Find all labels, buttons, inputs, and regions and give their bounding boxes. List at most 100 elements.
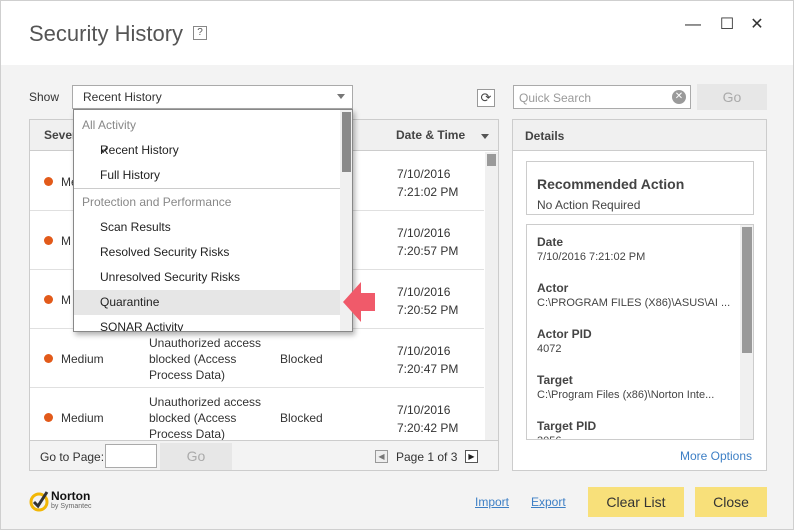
activity-line: Unauthorized access bbox=[149, 336, 262, 350]
column-header-date-time[interactable]: Date & Time bbox=[396, 128, 465, 142]
group-label: Protection and Performance bbox=[82, 195, 232, 209]
callout-arrow-icon bbox=[343, 282, 375, 322]
next-page-icon[interactable]: ▶ bbox=[465, 450, 478, 463]
severity-text: Medium bbox=[61, 411, 104, 425]
details-header: Details bbox=[513, 120, 766, 151]
norton-logo: Norton by Symantec bbox=[29, 489, 99, 515]
dropdown-item-unresolved-risks[interactable]: Unresolved Security Risks bbox=[74, 265, 340, 290]
details-title: Details bbox=[525, 129, 565, 143]
goto-page-label: Go to Page: bbox=[40, 450, 105, 464]
search-placeholder: Quick Search bbox=[519, 91, 592, 105]
field-value-date: 7/10/2016 7:21:02 PM bbox=[537, 251, 646, 263]
item-label: SONAR Activity bbox=[100, 320, 184, 332]
clear-list-button[interactable]: Clear List bbox=[588, 487, 684, 517]
activity-line: Unauthorized access bbox=[149, 395, 262, 409]
recommended-action-box: Recommended Action No Action Required bbox=[526, 161, 754, 215]
severity-medium-icon bbox=[44, 413, 53, 422]
history-filter-dropdown: All Activity ✓ Recent History Full Histo… bbox=[73, 109, 353, 332]
severity-medium-icon bbox=[44, 354, 53, 363]
norton-checkmark-icon bbox=[29, 491, 49, 512]
field-value-actor: C:\PROGRAM FILES (X86)\ASUS\AI ... bbox=[537, 297, 731, 309]
show-label: Show bbox=[29, 90, 60, 104]
field-key-date: Date bbox=[537, 235, 564, 249]
dropdown-item-recent-history[interactable]: ✓ Recent History bbox=[74, 138, 340, 163]
import-link[interactable]: Import bbox=[475, 495, 509, 509]
severity-medium-icon bbox=[44, 236, 53, 245]
maximize-button[interactable]: ☐ bbox=[717, 15, 737, 35]
dropdown-item-full-history[interactable]: Full History bbox=[74, 163, 340, 188]
details-panel: Details Recommended Action No Action Req… bbox=[512, 119, 767, 471]
dropdown-scrollbar-thumb[interactable] bbox=[342, 112, 351, 172]
window-title: Security History bbox=[29, 21, 184, 46]
sort-down-icon[interactable] bbox=[481, 134, 489, 139]
row-status: Blocked bbox=[280, 352, 323, 366]
title-bar: Security History ? — ☐ ✕ bbox=[1, 1, 793, 65]
dropdown-group-protection: Protection and Performance bbox=[74, 190, 340, 215]
recommended-action-title: Recommended Action bbox=[537, 176, 685, 192]
row-time: 7:21:02 PM bbox=[397, 185, 459, 199]
dropdown-divider bbox=[74, 188, 340, 189]
history-filter-select[interactable]: Recent History bbox=[72, 85, 353, 109]
help-icon[interactable]: ? bbox=[193, 26, 207, 40]
goto-page-input[interactable] bbox=[105, 444, 157, 468]
dropdown-item-quarantine[interactable]: Quarantine bbox=[74, 290, 340, 315]
field-key-target: Target bbox=[537, 373, 573, 387]
details-scrollbar[interactable] bbox=[740, 225, 753, 439]
clear-search-icon[interactable]: ✕ bbox=[672, 90, 686, 104]
goto-page-go-button[interactable]: Go bbox=[160, 443, 232, 470]
close-button[interactable]: Close bbox=[695, 487, 767, 517]
quick-search-input[interactable]: Quick Search ✕ bbox=[513, 85, 691, 109]
security-history-window: Security History ? — ☐ ✕ Show Recent His… bbox=[0, 0, 794, 530]
activity-line: Process Data) bbox=[149, 368, 226, 382]
table-scrollbar-thumb[interactable] bbox=[487, 154, 496, 166]
table-scrollbar[interactable] bbox=[485, 152, 498, 440]
table-row[interactable]: Medium Unauthorized access blocked (Acce… bbox=[30, 388, 484, 447]
row-status: Blocked bbox=[280, 411, 323, 425]
field-value-target-pid: 3056 bbox=[537, 435, 561, 439]
dropdown-group-all-activity: All Activity bbox=[74, 113, 340, 138]
brand-name: Norton bbox=[51, 489, 91, 503]
severity-text: M bbox=[61, 293, 71, 307]
row-time: 7:20:52 PM bbox=[397, 303, 459, 317]
row-time: 7:20:47 PM bbox=[397, 362, 459, 376]
column-header-severity[interactable]: Sever bbox=[44, 128, 77, 142]
dropdown-item-resolved-risks[interactable]: Resolved Security Risks bbox=[74, 240, 340, 265]
item-label: Unresolved Security Risks bbox=[100, 270, 241, 284]
field-key-target-pid: Target PID bbox=[537, 419, 597, 433]
severity-text: Medium bbox=[61, 352, 104, 366]
table-row[interactable]: Medium Unauthorized access blocked (Acce… bbox=[30, 329, 484, 388]
minimize-button[interactable]: — bbox=[683, 15, 703, 35]
page-indicator: Page 1 of 3 bbox=[396, 450, 458, 464]
export-link[interactable]: Export bbox=[531, 495, 566, 509]
severity-medium-icon bbox=[44, 177, 53, 186]
details-fields-box: Date 7/10/2016 7:21:02 PM Actor C:\PROGR… bbox=[526, 224, 754, 440]
item-label: Recent History bbox=[100, 143, 179, 157]
field-key-actor: Actor bbox=[537, 281, 569, 295]
previous-page-icon[interactable]: ◀ bbox=[375, 450, 388, 463]
activity-line: blocked (Access bbox=[149, 352, 237, 366]
chevron-down-icon bbox=[337, 94, 345, 99]
activity-line: blocked (Access bbox=[149, 411, 237, 425]
row-time: 7:20:42 PM bbox=[397, 421, 459, 435]
row-date: 7/10/2016 bbox=[397, 226, 451, 240]
search-go-button[interactable]: Go bbox=[697, 84, 767, 110]
dropdown-item-sonar-activity[interactable]: SONAR Activity bbox=[74, 315, 340, 332]
refresh-icon[interactable]: ⟳ bbox=[477, 89, 495, 107]
item-label: Quarantine bbox=[100, 295, 160, 309]
severity-text: M bbox=[61, 234, 71, 248]
severity-medium-icon bbox=[44, 295, 53, 304]
field-value-target: C:\Program Files (x86)\Norton Inte... bbox=[537, 389, 715, 401]
history-filter-value: Recent History bbox=[83, 90, 162, 104]
more-options-link[interactable]: More Options bbox=[680, 449, 752, 463]
brand-sub: by Symantec bbox=[51, 503, 92, 510]
details-scrollbar-thumb[interactable] bbox=[742, 227, 752, 353]
field-value-actor-pid: 4072 bbox=[537, 343, 562, 355]
dropdown-item-scan-results[interactable]: Scan Results bbox=[74, 215, 340, 240]
recommended-action-value: No Action Required bbox=[537, 198, 641, 212]
item-label: Resolved Security Risks bbox=[100, 245, 230, 259]
row-date: 7/10/2016 bbox=[397, 167, 451, 181]
group-label: All Activity bbox=[82, 118, 137, 132]
row-date: 7/10/2016 bbox=[397, 285, 451, 299]
close-window-button[interactable]: ✕ bbox=[747, 15, 767, 35]
pagination-bar: Go to Page: Go ◀ Page 1 of 3 ▶ bbox=[30, 440, 498, 470]
